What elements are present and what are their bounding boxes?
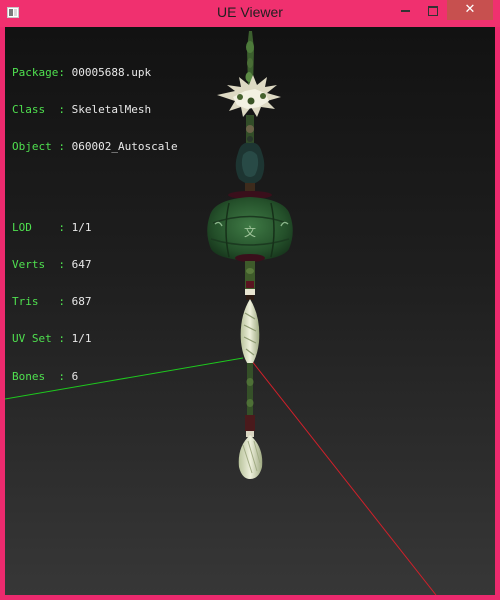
app-window: UE Viewer ✕ 文 Package: 00005688.upk Clas… xyxy=(0,0,500,600)
staff-mesh: 文 xyxy=(207,31,293,479)
package-value: 00005688.upk xyxy=(71,65,152,79)
uvset-label: UV Set : xyxy=(12,332,65,346)
x-axis-line xyxy=(250,359,437,595)
mesh-info-panel: Package: 00005688.upk Class : SkeletalMe… xyxy=(12,42,178,408)
bones-value: 6 xyxy=(71,369,79,383)
lod-value: 1/1 xyxy=(71,220,92,234)
title-bar[interactable]: UE Viewer ✕ xyxy=(0,0,500,27)
close-icon: ✕ xyxy=(464,2,476,17)
close-button[interactable]: ✕ xyxy=(447,0,493,20)
minimize-icon xyxy=(401,9,410,12)
tris-label: Tris : xyxy=(12,295,65,309)
class-value: SkeletalMesh xyxy=(71,103,152,117)
3d-viewport[interactable]: 文 Package: 00005688.upk Class: Skeletal… xyxy=(5,27,495,595)
svg-text:文: 文 xyxy=(244,224,256,239)
verts-value: 647 xyxy=(71,258,92,272)
tris-value: 687 xyxy=(71,295,92,309)
object-label: Object : xyxy=(12,140,65,154)
lantern-body: 文 xyxy=(207,197,293,261)
maximize-icon xyxy=(427,5,438,16)
maximize-button[interactable] xyxy=(419,0,446,20)
minimize-button[interactable] xyxy=(392,0,419,20)
uvset-value: 1/1 xyxy=(71,332,92,346)
class-label: Class : xyxy=(12,103,65,117)
object-value: 060002_Autoscale xyxy=(71,140,178,154)
package-label: Package: xyxy=(12,65,65,79)
verts-label: Verts : xyxy=(12,258,65,272)
bones-label: Bones : xyxy=(12,369,65,383)
lod-label: LOD : xyxy=(12,220,65,234)
